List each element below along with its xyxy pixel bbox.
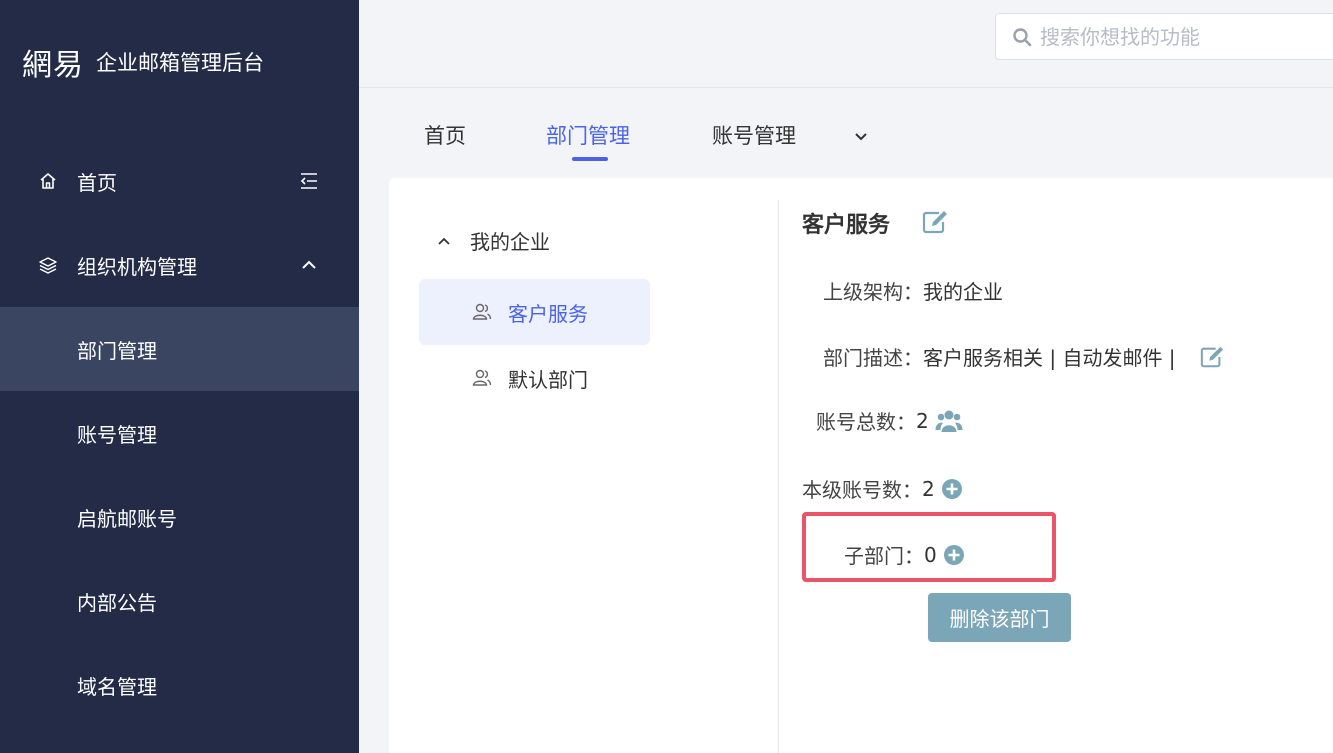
tree-node-customer-service[interactable]: 客户服务 bbox=[419, 279, 650, 345]
sidebar-item-announcement[interactable]: 内部公告 bbox=[0, 559, 359, 643]
collapse-menu-icon[interactable] bbox=[299, 171, 319, 191]
brand: 網易 企业邮箱管理后台 bbox=[22, 40, 264, 84]
edit-icon[interactable] bbox=[1198, 345, 1226, 369]
sidebar-item-label: 内部公告 bbox=[77, 590, 157, 615]
plus-circle-icon[interactable] bbox=[943, 544, 965, 566]
sidebar-item-qihang[interactable]: 启航邮账号 bbox=[0, 475, 359, 559]
tab-accounts[interactable]: 账号管理 bbox=[712, 120, 796, 150]
tree-root-label: 我的企业 bbox=[470, 230, 550, 254]
total-accounts-label: 账号总数： bbox=[816, 410, 916, 434]
parent-value: 我的企业 bbox=[923, 280, 1003, 304]
level-accounts-value: 2 bbox=[922, 476, 935, 501]
tab-bar: 首页 部门管理 账号管理 bbox=[359, 88, 1333, 178]
delete-department-button[interactable]: 删除该部门 bbox=[928, 593, 1071, 642]
description-label: 部门描述： bbox=[823, 346, 923, 370]
search-input[interactable] bbox=[1038, 23, 1322, 50]
sub-departments-value: 0 bbox=[924, 542, 937, 567]
edit-icon[interactable] bbox=[921, 209, 949, 235]
sidebar-item-label: 域名管理 bbox=[77, 674, 157, 699]
tree-node-label: 客户服务 bbox=[508, 301, 588, 326]
level-accounts-label: 本级账号数： bbox=[802, 478, 922, 502]
search-icon bbox=[1013, 27, 1032, 46]
brand-logo: 網易 bbox=[22, 48, 84, 83]
tree-node-default[interactable]: 默认部门 bbox=[419, 345, 650, 411]
sidebar-item-home[interactable]: 首页 bbox=[0, 139, 359, 223]
sidebar-item-domain[interactable]: 域名管理 bbox=[0, 643, 359, 727]
description-row: 部门描述： 客户服务相关 | 自动发邮件 | bbox=[823, 342, 1226, 371]
level-accounts-row: 本级账号数： 2 bbox=[802, 474, 963, 503]
top-bar bbox=[359, 0, 1333, 88]
users-icon bbox=[472, 369, 492, 386]
parent-label: 上级架构： bbox=[823, 280, 923, 304]
users-icon bbox=[472, 303, 492, 320]
department-title: 客户服务 bbox=[802, 213, 891, 238]
sidebar-item-org[interactable]: 组织机构管理 bbox=[0, 223, 359, 307]
sub-departments-label: 子部门： bbox=[844, 544, 924, 568]
sidebar-item-department[interactable]: 部门管理 bbox=[0, 307, 359, 391]
parent-row: 上级架构： 我的企业 bbox=[823, 276, 1003, 305]
sidebar-item-label: 组织机构管理 bbox=[77, 254, 197, 279]
panel-divider bbox=[778, 200, 779, 753]
tab-home[interactable]: 首页 bbox=[424, 120, 466, 150]
search-box[interactable] bbox=[995, 13, 1333, 60]
tab-department[interactable]: 部门管理 bbox=[546, 120, 630, 150]
chevron-up-icon bbox=[302, 260, 316, 269]
sidebar-item-label: 部门管理 bbox=[77, 338, 157, 363]
content-panel bbox=[389, 178, 1333, 753]
sidebar-item-label: 启航邮账号 bbox=[77, 506, 177, 531]
total-accounts-value: 2 bbox=[916, 408, 929, 433]
sidebar-item-label: 账号管理 bbox=[77, 422, 157, 447]
tree-root[interactable]: 我的企业 bbox=[435, 226, 550, 255]
chevron-down-icon[interactable] bbox=[851, 126, 871, 146]
brand-title: 企业邮箱管理后台 bbox=[96, 51, 264, 75]
sidebar-item-label: 首页 bbox=[77, 170, 117, 195]
tree-node-label: 默认部门 bbox=[508, 367, 588, 392]
active-tab-indicator bbox=[572, 157, 608, 161]
sub-departments-row: 子部门： 0 bbox=[844, 540, 965, 569]
description-value: 客户服务相关 | 自动发邮件 | bbox=[923, 346, 1176, 370]
layers-icon bbox=[39, 257, 57, 274]
chevron-up-icon[interactable] bbox=[435, 232, 453, 250]
sidebar-item-accounts[interactable]: 账号管理 bbox=[0, 391, 359, 475]
sidebar: 網易 企业邮箱管理后台 首页 组织机构管理 部门管理 账号管理 启航邮账号 内部… bbox=[0, 0, 359, 753]
total-accounts-row: 账号总数： 2 bbox=[816, 406, 963, 435]
home-icon bbox=[40, 173, 56, 189]
plus-circle-icon[interactable] bbox=[941, 478, 963, 500]
group-icon[interactable] bbox=[935, 408, 963, 434]
